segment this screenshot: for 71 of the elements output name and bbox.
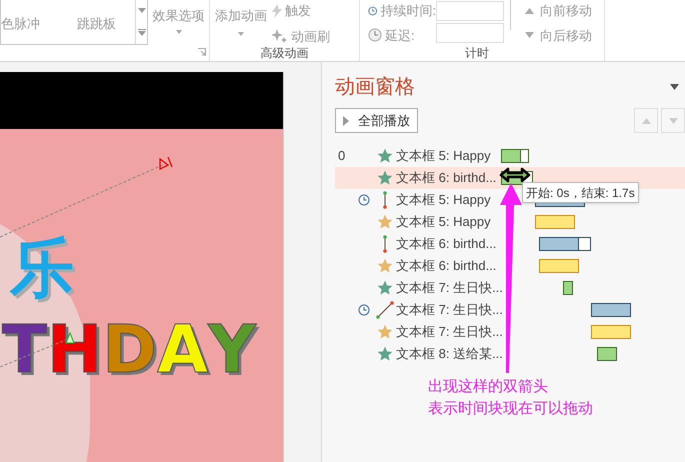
dropdown-caret-icon[interactable]: [670, 84, 679, 90]
item-label: 文本框 7: 生日快...: [396, 279, 501, 298]
annotation-text: 表示时间块现在可以拖动: [428, 399, 593, 419]
star-icon: [377, 148, 393, 164]
animation-list-item[interactable]: 文本框 7: 生日快...: [335, 277, 501, 299]
star-icon: [377, 346, 393, 362]
item-label: 文本框 6: birthd...: [396, 169, 498, 188]
star-icon: [377, 258, 393, 274]
animation-list-item[interactable]: 文本框 5: Happy: [335, 211, 501, 233]
item-label: 文本框 5: Happy: [396, 147, 492, 166]
slide-title-character: 乐: [10, 237, 74, 301]
item-label: 文本框 8: 送给某...: [396, 345, 501, 364]
item-label: 文本框 5: Happy: [396, 191, 492, 210]
move-down-button[interactable]: [661, 108, 685, 133]
pane-title: 动画窗格: [335, 75, 415, 100]
scroll-down-icon[interactable]: [138, 8, 146, 13]
lightning-icon: [272, 4, 282, 18]
star-icon: [377, 214, 393, 230]
delay-spin-field[interactable]: [436, 23, 504, 43]
animation-list-item[interactable]: 文本框 7: 生日快...: [335, 299, 501, 321]
sparkle-icon: [272, 29, 288, 44]
star-icon: [377, 324, 393, 340]
animation-list-item[interactable]: 文本框 6: birthd...: [335, 255, 501, 277]
caret-icon: [176, 30, 182, 34]
triangle-down-icon: [668, 118, 678, 124]
delay-label: 延迟:: [385, 26, 415, 44]
play-all-button[interactable]: 全部播放: [335, 108, 418, 133]
annotation-text: 出现这样的双箭头: [428, 377, 549, 397]
more-icon[interactable]: [138, 29, 146, 36]
play-icon: [343, 116, 349, 126]
slide-letter: T: [2, 317, 48, 383]
star-icon: [377, 280, 393, 296]
animation-list-item[interactable]: 文本框 8: 送给某...: [335, 343, 501, 365]
motion-path-icon: [376, 301, 394, 319]
animation-list-item[interactable]: 0 文本框 5: Happy: [335, 145, 501, 167]
timing-tooltip: 开始: 0s，结束: 1.7s: [522, 182, 639, 203]
item-label: 文本框 5: Happy: [396, 213, 492, 232]
timing-bar[interactable]: [501, 149, 529, 163]
triangle-up-icon: [525, 8, 534, 14]
group-label: 计时: [465, 45, 489, 62]
caret-icon: [238, 32, 244, 36]
triangle-down-icon: [525, 32, 534, 38]
animation-list-item[interactable]: 文本框 6: birthd...: [335, 167, 501, 189]
slide-letter: A: [157, 317, 208, 383]
duration-spin-field[interactable]: [436, 1, 504, 21]
star-icon: [377, 170, 393, 186]
motion-path-icon: [382, 235, 388, 253]
clock-icon: [368, 28, 382, 42]
item-label: 文本框 6: birthd...: [396, 235, 498, 254]
duration-label: 持续时间:: [380, 2, 436, 20]
item-label: 文本框 7: 生日快...: [396, 323, 501, 342]
timing-bar[interactable]: [563, 281, 573, 295]
slide-letter: H: [47, 317, 102, 383]
motion-path-icon: [382, 191, 388, 209]
clock-icon: [368, 4, 378, 17]
item-number: 0: [338, 148, 346, 164]
dialog-launcher-icon[interactable]: [198, 48, 206, 56]
move-up-button[interactable]: [634, 108, 658, 133]
animation-list-item[interactable]: 文本框 5: Happy: [335, 189, 501, 211]
animation-list-item[interactable]: 文本框 7: 生日快...: [335, 321, 501, 343]
timing-bar[interactable]: [597, 347, 617, 361]
item-label: 文本框 6: birthd...: [396, 257, 498, 276]
timing-bar[interactable]: [539, 237, 591, 251]
triangle-up-icon: [642, 118, 650, 124]
slide-letter: D: [102, 317, 158, 383]
group-label: 高级动画: [260, 45, 308, 62]
animation-list-item[interactable]: 文本框 6: birthd...: [335, 233, 501, 255]
double-arrow-cursor-icon: [499, 167, 531, 183]
item-label: 文本框 7: 生日快...: [396, 301, 501, 320]
slide-letter: Y: [208, 317, 256, 383]
timing-bar[interactable]: [591, 303, 631, 317]
